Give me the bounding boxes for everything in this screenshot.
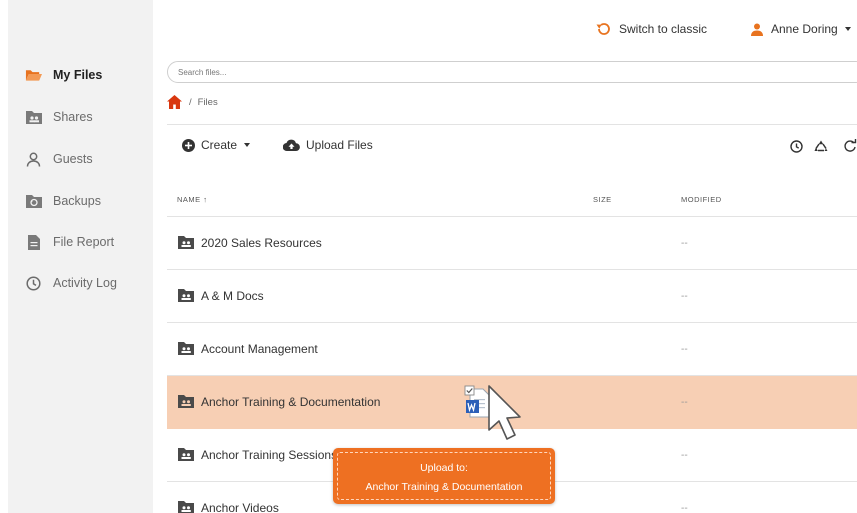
sidebar-item-label: File Report (53, 235, 115, 249)
sidebar-item-label: Shares (53, 110, 93, 124)
folder-name[interactable]: Anchor Training Sessions (201, 448, 337, 462)
sidebar-item-file-report[interactable]: File Report (8, 227, 153, 257)
folder-open-icon (25, 67, 42, 83)
sidebar-item-label: Backups (53, 194, 101, 208)
shared-folder-icon (25, 109, 42, 125)
breadcrumb: / Files (167, 95, 218, 109)
modified-value: -- (681, 450, 688, 461)
refresh-icon[interactable] (843, 139, 857, 153)
shared-folder-icon (178, 236, 194, 249)
column-header-size[interactable]: Size (593, 195, 612, 204)
folder-name[interactable]: Anchor Videos (201, 501, 279, 513)
tooltip-line-2: Anchor Training & Documentation (365, 481, 523, 493)
cloud-upload-icon (283, 139, 300, 152)
sidebar-item-label: Activity Log (53, 276, 117, 290)
switch-to-classic-button[interactable]: Switch to classic (596, 22, 707, 36)
shared-folder-icon (178, 289, 194, 302)
undo-icon (596, 22, 611, 36)
sidebar-item-backups[interactable]: Backups (8, 186, 153, 216)
column-header-name[interactable]: Name ↑ (177, 195, 208, 204)
column-header-modified[interactable]: Modified (681, 195, 722, 204)
home-icon[interactable] (167, 95, 182, 109)
sidebar-item-shares[interactable]: Shares (8, 102, 153, 132)
user-menu[interactable]: Anne Doring (751, 22, 851, 36)
sidebar-item-label: Guests (53, 152, 93, 166)
folder-name[interactable]: A & M Docs (201, 289, 264, 303)
guest-user-icon (25, 151, 42, 167)
folder-name[interactable]: Anchor Training & Documentation (201, 395, 380, 409)
divider (167, 124, 857, 125)
plus-circle-icon (182, 138, 195, 152)
sidebar-item-label: My Files (53, 68, 103, 82)
user-name: Anne Doring (771, 22, 838, 36)
modified-value: -- (681, 344, 688, 355)
report-icon (25, 234, 42, 250)
modified-value: -- (681, 397, 688, 408)
recycle-bin-icon[interactable] (814, 139, 828, 153)
shared-folder-icon (178, 395, 194, 408)
upload-files-button[interactable]: Upload Files (283, 138, 373, 152)
table-row[interactable]: Account Management -- (167, 323, 857, 376)
shared-folder-icon (178, 501, 194, 513)
create-button[interactable]: Create (182, 138, 251, 152)
history-icon[interactable] (789, 139, 803, 153)
backup-icon (25, 193, 42, 209)
user-icon (751, 23, 763, 36)
create-label: Create (201, 138, 238, 152)
breadcrumb-separator: / (189, 96, 192, 108)
clock-icon (25, 275, 42, 291)
shared-folder-icon (178, 448, 194, 461)
folder-name[interactable]: Account Management (201, 342, 318, 356)
breadcrumb-current: Files (197, 96, 218, 108)
sidebar: My Files Shares Guests Backups File Repo… (8, 0, 153, 513)
sidebar-item-guests[interactable]: Guests (8, 144, 153, 174)
drop-target-tooltip: Upload to: Anchor Training & Documentati… (333, 448, 555, 504)
upload-files-label: Upload Files (306, 138, 373, 152)
modified-value: -- (681, 238, 688, 249)
chevron-down-icon (244, 143, 251, 147)
tooltip-line-1: Upload to: (420, 462, 468, 474)
shared-folder-icon (178, 342, 194, 355)
folder-name[interactable]: 2020 Sales Resources (201, 236, 322, 250)
table-row[interactable]: 2020 Sales Resources -- (167, 217, 857, 270)
sidebar-item-my-files[interactable]: My Files (8, 60, 153, 90)
modified-value: -- (681, 291, 688, 302)
table-row[interactable]: A & M Docs -- (167, 270, 857, 323)
switch-to-classic-label: Switch to classic (619, 22, 708, 36)
sidebar-item-activity-log[interactable]: Activity Log (8, 268, 153, 298)
chevron-down-icon (844, 27, 851, 31)
modified-value: -- (681, 503, 688, 513)
search-input[interactable] (167, 61, 857, 83)
